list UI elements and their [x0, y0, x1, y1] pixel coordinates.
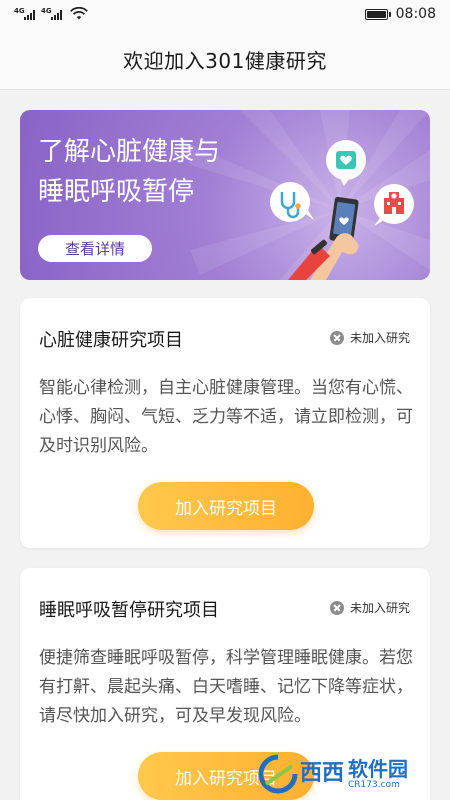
network-indicators: 4G 4G [14, 7, 88, 20]
health-phone-illustration [270, 140, 414, 280]
view-details-button[interactable]: 查看详情 [38, 235, 152, 262]
network-type-label-2: 4G [41, 7, 52, 15]
page-header: 欢迎加入301健康研究 [0, 30, 450, 90]
site-watermark: 西西 软件园 CR173.com [258, 752, 430, 796]
battery-icon [364, 8, 391, 20]
status-label: 未加入研究 [349, 601, 410, 615]
join-heart-study-button[interactable]: 加入研究项目 [138, 482, 314, 530]
card-title: 心脏健康研究项目 [39, 330, 183, 351]
card-title: 睡眠呼吸暂停研究项目 [39, 600, 219, 621]
heart-study-card: 心脏健康研究项目 未加入研究 智能心律检测，自主心脏健康管理。当您有心慌、心悸、… [20, 298, 430, 548]
watermark-brand: 软件园 CR173.com [348, 758, 408, 790]
hand-icon [288, 233, 359, 280]
watermark-logo-icon [258, 754, 298, 794]
watermark-brand-label: 软件园 [348, 757, 409, 781]
close-circle-icon [329, 330, 344, 345]
stethoscope-icon [270, 182, 314, 222]
clock: 08:08 [395, 6, 436, 22]
page-title: 欢迎加入301健康研究 [123, 49, 327, 73]
watermark-text: 西西 [300, 761, 345, 786]
status-right: 08:08 [364, 6, 436, 22]
card-description: 便捷筛查睡眠呼吸暂停，科学管理睡眠健康。若您有打鼾、晨起头痛、白天嗜睡、记忆下降… [39, 648, 413, 726]
card-description: 智能心律检测，自主心脏健康管理。当您有心慌、心悸、胸闷、气短、乏力等不适，请立即… [39, 378, 413, 456]
signal-icon-1: 4G [14, 7, 35, 20]
status-label: 未加入研究 [349, 331, 410, 345]
status-bar: 4G 4G 08:08 [0, 0, 450, 30]
signal-icon-2: 4G [41, 7, 62, 20]
network-type-label-1: 4G [14, 7, 25, 15]
hospital-icon [374, 184, 414, 226]
watermark-domain: CR173.com [348, 780, 400, 790]
promo-banner[interactable]: 了解心脏健康与 睡眠呼吸暂停 查看详情 [20, 110, 430, 280]
heart-monitor-icon [326, 140, 366, 186]
wifi-icon [70, 7, 88, 20]
status-badge: 未加入研究 [329, 329, 410, 346]
status-badge: 未加入研究 [329, 599, 410, 616]
close-circle-icon [329, 600, 344, 615]
